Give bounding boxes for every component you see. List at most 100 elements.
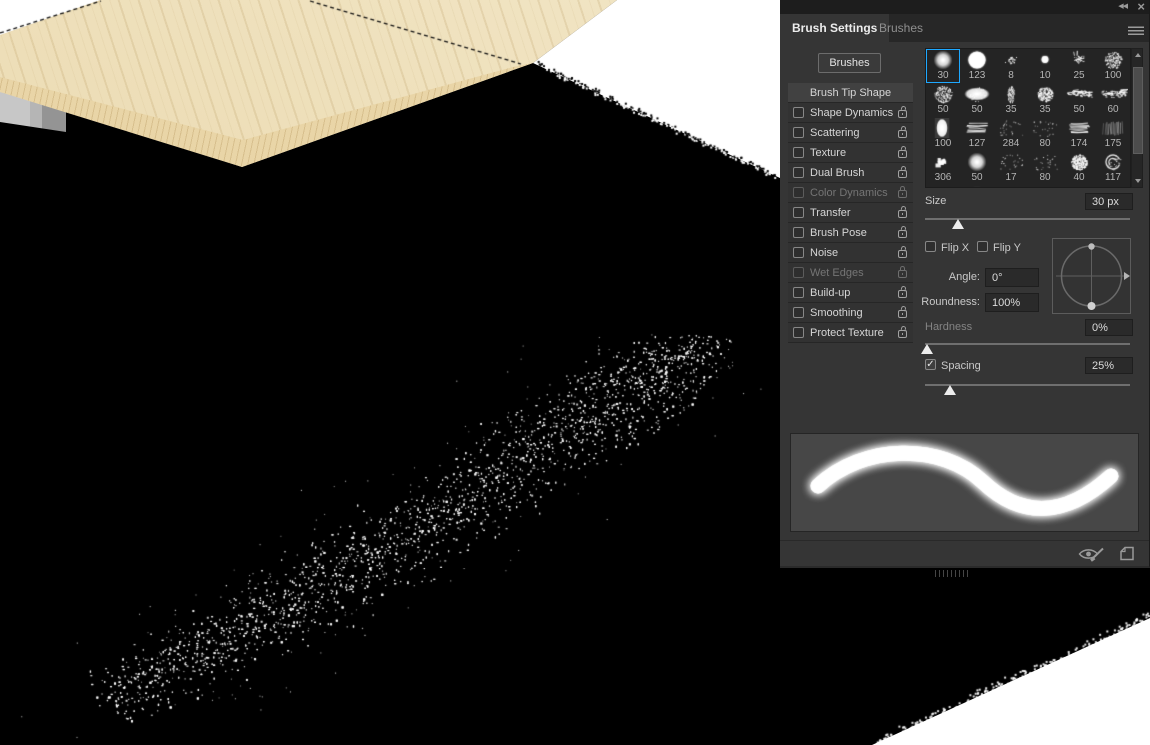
spacing-field[interactable]: 25% [1085, 357, 1133, 374]
brushes-button[interactable]: Brushes [818, 53, 881, 73]
unlock-icon[interactable] [898, 150, 907, 158]
spacing-label: Spacing [941, 360, 981, 372]
brush-preset-60[interactable]: 60 [1096, 83, 1130, 117]
section-checkbox[interactable] [793, 187, 804, 198]
brush-preset-partial[interactable] [926, 185, 960, 187]
size-slider-thumb[interactable] [952, 219, 964, 229]
unlock-icon[interactable] [898, 330, 907, 338]
panel-resize-grip[interactable] [935, 570, 969, 577]
section-checkbox[interactable] [793, 167, 804, 178]
hardness-slider[interactable] [925, 343, 1130, 345]
angle-field[interactable]: 0° [985, 268, 1039, 287]
section-checkbox[interactable] [793, 327, 804, 338]
brush-preset-size: 60 [1107, 104, 1119, 115]
section-checkbox[interactable] [793, 147, 804, 158]
create-new-brush-icon[interactable] [1119, 545, 1135, 562]
panel-menu-icon[interactable] [1128, 25, 1144, 35]
brush-preset-40[interactable]: 40 [1062, 151, 1096, 185]
section-row-shape-dynamics[interactable]: Shape Dynamics [788, 103, 913, 122]
section-row-build-up[interactable]: Build-up [788, 283, 913, 302]
brush-preset-35[interactable]: 35 [994, 83, 1028, 117]
unlock-icon[interactable] [898, 130, 907, 138]
brush-preset-10[interactable]: 10 [1028, 49, 1062, 83]
section-checkbox[interactable] [793, 287, 804, 298]
unlock-icon[interactable] [898, 250, 907, 258]
section-checkbox[interactable] [793, 127, 804, 138]
brush-preset-partial[interactable] [1096, 185, 1130, 187]
section-row-wet-edges[interactable]: Wet Edges [788, 263, 913, 282]
brush-preset-174[interactable]: 174 [1062, 117, 1096, 151]
brush-preset-50[interactable]: 50 [1062, 83, 1096, 117]
unlock-icon[interactable] [898, 170, 907, 178]
brush-preset-size: 175 [1104, 138, 1122, 149]
brush-preset-306[interactable]: 306 [926, 151, 960, 185]
brush-preset-100[interactable]: 100 [1096, 49, 1130, 83]
brush-preset-thumbnail [1030, 84, 1060, 104]
section-row-texture[interactable]: Texture [788, 143, 913, 162]
unlock-icon[interactable] [898, 210, 907, 218]
spacing-slider-thumb[interactable] [944, 385, 956, 395]
section-row-smoothing[interactable]: Smoothing [788, 303, 913, 322]
section-checkbox[interactable] [793, 227, 804, 238]
panel-footer [780, 540, 1149, 565]
section-checkbox[interactable] [793, 267, 804, 278]
roundness-field[interactable]: 100% [985, 293, 1039, 312]
hardness-field[interactable]: 0% [1085, 319, 1133, 336]
brush-preset-80[interactable]: 80 [1028, 117, 1062, 151]
scroll-down-icon[interactable] [1134, 179, 1141, 183]
brush-preset-partial[interactable] [994, 185, 1028, 187]
brush-preset-127[interactable]: 127 [960, 117, 994, 151]
brush-preset-partial[interactable] [960, 185, 994, 187]
brush-preset-50[interactable]: 50 [960, 151, 994, 185]
brush-preset-17[interactable]: 17 [994, 151, 1028, 185]
brush-preset-30[interactable]: 30 [926, 49, 960, 83]
section-row-color-dynamics[interactable]: Color Dynamics [788, 183, 913, 202]
unlock-icon[interactable] [898, 290, 907, 298]
unlock-icon[interactable] [898, 110, 907, 118]
scrollbar-thumb[interactable] [1133, 67, 1143, 154]
close-icon[interactable]: × [1137, 0, 1145, 14]
brush-preset-25[interactable]: 25 [1062, 49, 1096, 83]
spacing-checkbox[interactable]: ✓ [925, 359, 936, 370]
flip-x-checkbox[interactable] [925, 241, 936, 252]
brush-preset-50[interactable]: 50 [960, 83, 994, 117]
brush-preset-117[interactable]: 117 [1096, 151, 1130, 185]
section-checkbox[interactable] [793, 247, 804, 258]
tab-brushes[interactable]: Brushes [867, 14, 935, 42]
section-row-transfer[interactable]: Transfer [788, 203, 913, 222]
brush-preset-thumbnail [1098, 118, 1128, 138]
section-row-brush-tip-shape[interactable]: Brush Tip Shape [788, 83, 913, 102]
section-checkbox[interactable] [793, 307, 804, 318]
brush-preset-50[interactable]: 50 [926, 83, 960, 117]
section-checkbox[interactable] [793, 107, 804, 118]
brush-preset-35[interactable]: 35 [1028, 83, 1062, 117]
brush-preset-175[interactable]: 175 [1096, 117, 1130, 151]
section-row-scattering[interactable]: Scattering [788, 123, 913, 142]
brush-preset-partial[interactable] [1062, 185, 1096, 187]
unlock-icon[interactable] [898, 310, 907, 318]
size-field[interactable]: 30 px [1085, 193, 1133, 210]
preset-scrollbar[interactable] [1131, 48, 1143, 188]
section-checkbox[interactable] [793, 207, 804, 218]
brush-preset-100[interactable]: 100 [926, 117, 960, 151]
flip-y-checkbox[interactable] [977, 241, 988, 252]
brush-preset-123[interactable]: 123 [960, 49, 994, 83]
brush-preset-size: 50 [971, 172, 983, 183]
brush-preset-8[interactable]: 8 [994, 49, 1028, 83]
brush-preset-partial[interactable] [1028, 185, 1062, 187]
collapse-to-icons-icon[interactable]: ◀◀ [1118, 2, 1128, 10]
section-row-protect-texture[interactable]: Protect Texture [788, 323, 913, 342]
hardness-slider-thumb[interactable] [921, 344, 934, 354]
section-row-dual-brush[interactable]: Dual Brush [788, 163, 913, 182]
brush-preset-80[interactable]: 80 [1028, 151, 1062, 185]
scroll-up-icon[interactable] [1134, 53, 1141, 57]
angle-roundness-control[interactable] [1052, 238, 1131, 317]
section-row-noise[interactable]: Noise [788, 243, 913, 262]
lock-icon[interactable] [898, 186, 907, 198]
brush-preset-284[interactable]: 284 [994, 117, 1028, 151]
lock-icon[interactable] [898, 266, 907, 278]
brush-stroke-preview-eye-icon[interactable] [1078, 546, 1105, 562]
section-row-brush-pose[interactable]: Brush Pose [788, 223, 913, 242]
unlock-icon[interactable] [898, 230, 907, 238]
brush-preset-thumbnail [1064, 152, 1094, 172]
